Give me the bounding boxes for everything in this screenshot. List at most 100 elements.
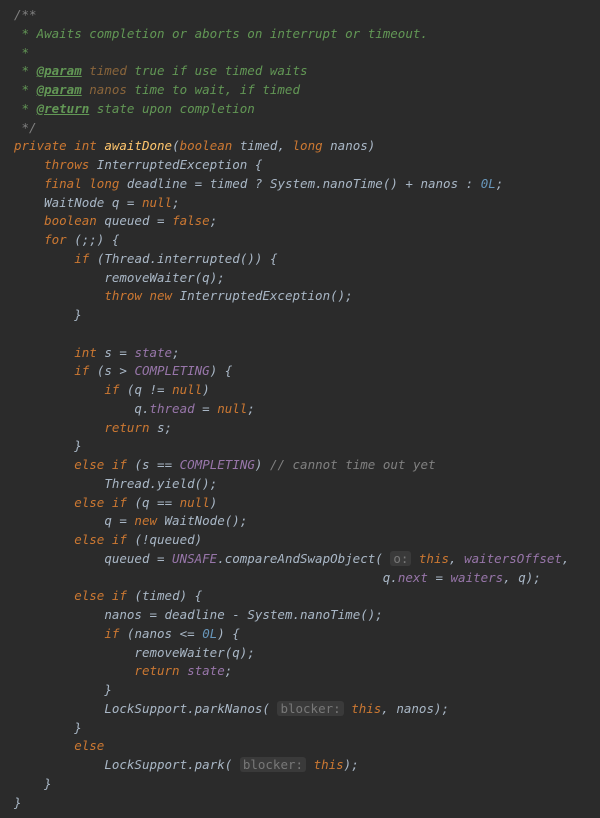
semi: ;: [210, 213, 218, 228]
dot: .: [292, 607, 300, 622]
ref-nanos: nanos: [420, 176, 458, 191]
var-queued: queued: [104, 213, 149, 228]
type-lock-support: LockSupport: [104, 757, 187, 772]
paren-open: (: [375, 551, 383, 566]
type-interrupted-exception: InterruptedException: [180, 288, 331, 303]
field-waiters: waiters: [451, 570, 504, 585]
semi: ;: [345, 288, 353, 303]
paren-open: (: [134, 495, 142, 510]
brace-close: }: [14, 795, 22, 810]
kw-boolean: boolean: [44, 213, 97, 228]
call-nano-time: nanoTime: [323, 176, 383, 191]
paren-close: ): [434, 701, 442, 716]
paren-empty: (): [225, 513, 240, 528]
semi: ;: [375, 607, 383, 622]
javadoc-tag-return: @return: [37, 101, 90, 116]
kw-int: int: [74, 138, 97, 153]
param-nanos: nanos: [330, 138, 368, 153]
semi: ;: [165, 420, 173, 435]
kw-for: for: [44, 232, 67, 247]
ref-timed: timed: [210, 176, 248, 191]
paren-close: ): [344, 757, 352, 772]
ref-q: q: [104, 513, 112, 528]
kw-this: this: [419, 551, 449, 566]
comma: ,: [503, 570, 518, 585]
field-state: state: [134, 345, 172, 360]
paren-open: (: [134, 532, 142, 547]
semi: ;: [210, 476, 218, 491]
call-remove-waiter: removeWaiter: [104, 270, 194, 285]
brace-open: {: [217, 363, 232, 378]
brace-close: }: [74, 438, 82, 453]
kw-new: new: [134, 513, 157, 528]
type-lock-support: LockSupport: [104, 701, 187, 716]
paren-open: (: [134, 457, 142, 472]
javadoc-tag-param: @param: [37, 63, 82, 78]
comma: ,: [449, 551, 464, 566]
comma: ,: [277, 138, 292, 153]
op-eq: =: [195, 401, 218, 416]
ref-deadline: deadline: [165, 607, 225, 622]
semi: ;: [172, 345, 180, 360]
ref-q: q: [134, 382, 142, 397]
ref-nanos: nanos: [134, 626, 172, 641]
javadoc-line: * Awaits completion or aborts on interru…: [14, 26, 428, 41]
kw-null: null: [217, 401, 247, 416]
javadoc-prefix: *: [14, 101, 37, 116]
op-le: <=: [172, 626, 202, 641]
kw-boolean: boolean: [180, 138, 233, 153]
op-eq: =: [149, 213, 172, 228]
op-neq: !=: [142, 382, 172, 397]
call-yield: yield: [157, 476, 195, 491]
method-name: awaitDone: [104, 138, 172, 153]
kw-false: false: [172, 213, 210, 228]
paren-close: ): [368, 138, 376, 153]
dot: .: [149, 476, 157, 491]
kw-if: if: [104, 382, 119, 397]
lit-zero-long: 0L: [481, 176, 496, 191]
paren-empty: (): [360, 607, 375, 622]
op-plus: +: [398, 176, 421, 191]
ref-q: q: [202, 270, 210, 285]
ref-queued: queued: [104, 551, 149, 566]
call-interrupted: interrupted: [157, 251, 240, 266]
var-s: s: [104, 345, 112, 360]
javadoc-text: state upon completion: [89, 101, 255, 116]
semi: ;: [247, 401, 255, 416]
ref-queued: queued: [150, 532, 195, 547]
dot: .: [217, 551, 225, 566]
javadoc-param-name: nanos: [82, 82, 127, 97]
semi: ;: [442, 701, 450, 716]
brace-close: }: [74, 720, 82, 735]
paren-open: (: [134, 588, 142, 603]
op-not: !: [142, 532, 150, 547]
op-eqeq: ==: [150, 495, 180, 510]
paren-empty: (): [240, 251, 255, 266]
param-timed: timed: [240, 138, 278, 153]
var-deadline: deadline: [127, 176, 187, 191]
kw-this: this: [314, 757, 344, 772]
field-next: next: [398, 570, 428, 585]
ref-s: s: [104, 363, 112, 378]
javadoc-line: *: [14, 45, 29, 60]
call-cas: compareAndSwapObject: [225, 551, 376, 566]
op-eq: =: [142, 607, 165, 622]
type-system: System: [247, 607, 292, 622]
javadoc-prefix: *: [14, 63, 37, 78]
javadoc-tag-param: @param: [37, 82, 82, 97]
kw-throw: throw: [104, 288, 142, 303]
ref-s: s: [157, 420, 165, 435]
kw-null: null: [172, 382, 202, 397]
param-hint-blocker: blocker:: [277, 701, 343, 716]
dot: .: [150, 251, 158, 266]
call-park-nanos: parkNanos: [195, 701, 263, 716]
type-interrupted-exception: InterruptedException: [97, 157, 248, 172]
code-editor[interactable]: /** * Awaits completion or aborts on int…: [0, 0, 600, 818]
ref-nanos: nanos: [396, 701, 434, 716]
comma: ,: [381, 701, 396, 716]
dot: .: [315, 176, 323, 191]
kw-throws: throws: [44, 157, 89, 172]
paren-close: ): [195, 532, 203, 547]
brace-open: {: [225, 626, 240, 641]
paren-open: (: [225, 757, 233, 772]
